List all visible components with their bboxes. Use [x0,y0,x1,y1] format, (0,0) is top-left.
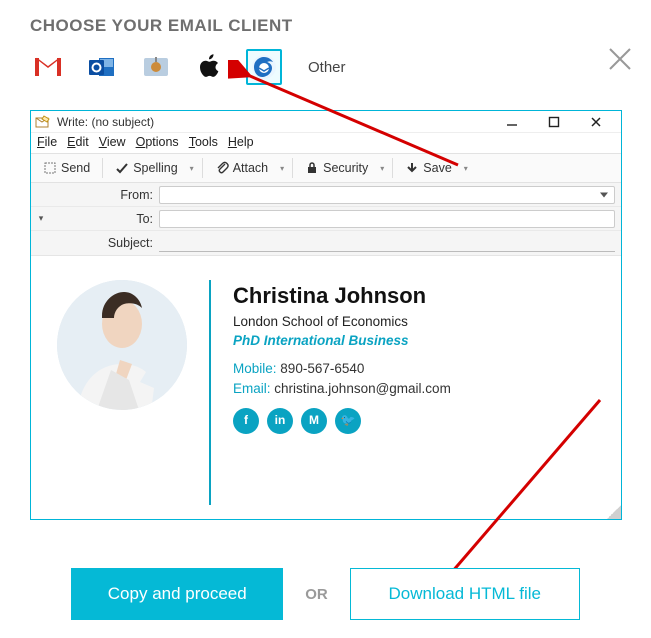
signature-block: Christina Johnson London School of Econo… [233,280,451,434]
compose-body[interactable]: Christina Johnson London School of Econo… [31,256,621,519]
client-apple[interactable] [192,49,228,85]
client-other[interactable]: Other [308,59,346,76]
page-heading: CHOOSE YOUR EMAIL CLIENT [0,0,651,44]
mobile-value: 890-567-6540 [280,361,364,376]
signature-org: London School of Economics [233,312,451,332]
close-icon [590,116,602,128]
compose-title-icon [35,114,51,130]
email-label: Email: [233,381,271,396]
from-label: From: [31,188,159,202]
resize-grip[interactable] [607,505,621,519]
client-applemail[interactable] [138,49,174,85]
attach-label: Attach [233,161,268,175]
from-field[interactable] [159,186,615,204]
to-field[interactable] [159,210,615,228]
medium-icon[interactable]: M [301,408,327,434]
avatar-image [57,280,187,410]
lock-icon [305,161,319,175]
close-icon[interactable] [607,46,633,72]
avatar [57,280,187,410]
window-minimize-button[interactable] [491,111,533,133]
client-outlook[interactable] [84,49,120,85]
client-thunderbird[interactable] [246,49,282,85]
window-maximize-button[interactable] [533,111,575,133]
save-icon [405,161,419,175]
menu-edit[interactable]: Edit [67,135,89,149]
outlook-icon [89,55,115,79]
facebook-icon[interactable]: f [233,408,259,434]
client-gmail[interactable] [30,49,66,85]
menu-help[interactable]: Help [228,135,254,149]
or-label: OR [305,586,328,603]
security-dropdown[interactable]: ▾ [378,158,386,178]
menu-options[interactable]: Options [136,135,179,149]
toolbar: Send Spelling ▾ Attach ▾ Security ▾ Save… [31,153,621,183]
spelling-label: Spelling [133,161,177,175]
spelling-button[interactable]: Spelling [109,158,183,178]
gmail-icon [35,57,61,77]
applemail-icon [143,55,169,79]
to-label: To: [51,212,159,226]
titlebar: Write: (no subject) [31,111,621,133]
subject-field[interactable] [159,234,615,252]
mobile-label: Mobile: [233,361,277,376]
recipient-toggle[interactable]: ▾ [31,213,51,224]
minimize-icon [506,116,518,128]
save-button[interactable]: Save [399,158,458,178]
apple-icon [199,54,221,80]
email-value: christina.johnson@gmail.com [274,381,451,396]
linkedin-icon[interactable]: in [267,408,293,434]
thunderbird-icon [251,54,277,80]
copy-and-proceed-button[interactable]: Copy and proceed [71,568,283,620]
paperclip-icon [215,161,229,175]
maximize-icon [548,116,560,128]
social-row: f in M 🐦 [233,408,451,434]
security-label: Security [323,161,368,175]
check-icon [115,161,129,175]
attach-button[interactable]: Attach [209,158,274,178]
compose-window: Write: (no subject) File Edit View Optio… [30,110,622,520]
signature-separator [209,280,211,505]
compose-title: Write: (no subject) [57,115,491,129]
headers-area: From: ▾ To: Subject: [31,183,621,256]
menu-tools[interactable]: Tools [189,135,218,149]
save-label: Save [423,161,452,175]
subject-label: Subject: [31,236,159,250]
save-dropdown[interactable]: ▾ [462,158,470,178]
attach-dropdown[interactable]: ▾ [278,158,286,178]
download-html-button[interactable]: Download HTML file [350,568,580,620]
spelling-dropdown[interactable]: ▾ [188,158,196,178]
menu-view[interactable]: View [99,135,126,149]
action-row: Copy and proceed OR Download HTML file [0,568,651,620]
signature-degree: PhD International Business [233,331,451,351]
twitter-icon[interactable]: 🐦 [335,408,361,434]
window-close-button[interactable] [575,111,617,133]
send-icon [43,161,57,175]
security-button[interactable]: Security [299,158,374,178]
send-label: Send [61,161,90,175]
signature-name: Christina Johnson [233,280,451,312]
menu-file[interactable]: File [37,135,57,149]
client-picker: Other [0,44,651,90]
menubar: File Edit View Options Tools Help [31,133,621,153]
send-button[interactable]: Send [37,158,96,178]
